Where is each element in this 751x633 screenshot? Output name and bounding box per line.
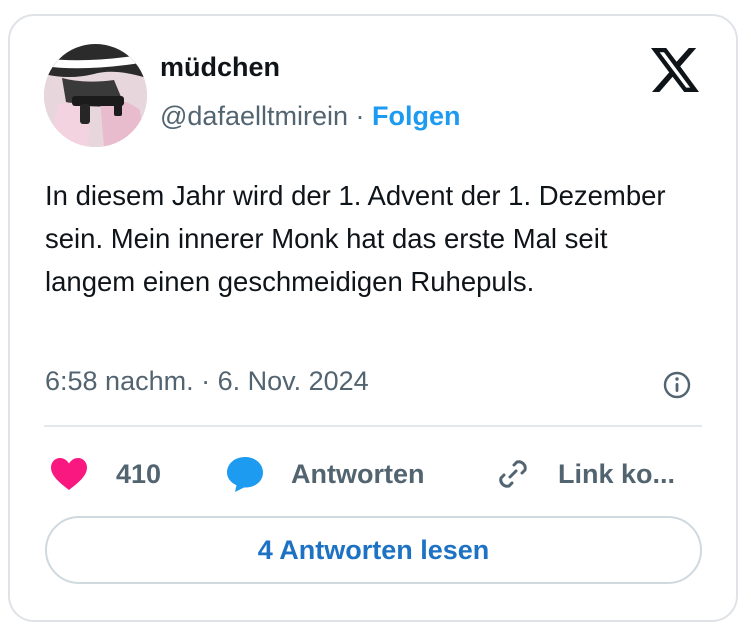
follow-button[interactable]: Folgen <box>372 101 461 131</box>
copy-link-label: Link ko... <box>558 458 676 489</box>
reply-label: Antworten <box>291 458 425 489</box>
read-replies-button[interactable]: 4 Antworten lesen <box>45 516 702 584</box>
avatar[interactable] <box>44 44 147 147</box>
link-icon <box>499 460 527 488</box>
x-logo-icon[interactable] <box>651 48 699 92</box>
tweet-text: In diesem Jahr wird der 1. Advent der 1.… <box>45 180 666 297</box>
info-icon[interactable] <box>662 370 692 400</box>
heart-icon <box>51 458 87 490</box>
handle[interactable]: @dafaelltmirein <box>160 101 348 131</box>
handle-row: @dafaelltmirein · Folgen <box>160 101 461 132</box>
speech-bubble-icon <box>227 457 263 492</box>
copy-link-button[interactable]: Link ko... <box>494 452 675 496</box>
display-name[interactable]: müdchen <box>160 52 280 83</box>
reply-button[interactable]: Antworten <box>225 452 424 496</box>
like-button[interactable]: 410 <box>50 452 161 496</box>
separator-dot: · <box>355 101 365 131</box>
divider <box>44 425 702 427</box>
timestamp[interactable]: 6:58 nachm. · 6. Nov. 2024 <box>45 366 369 397</box>
like-count: 410 <box>116 458 162 489</box>
